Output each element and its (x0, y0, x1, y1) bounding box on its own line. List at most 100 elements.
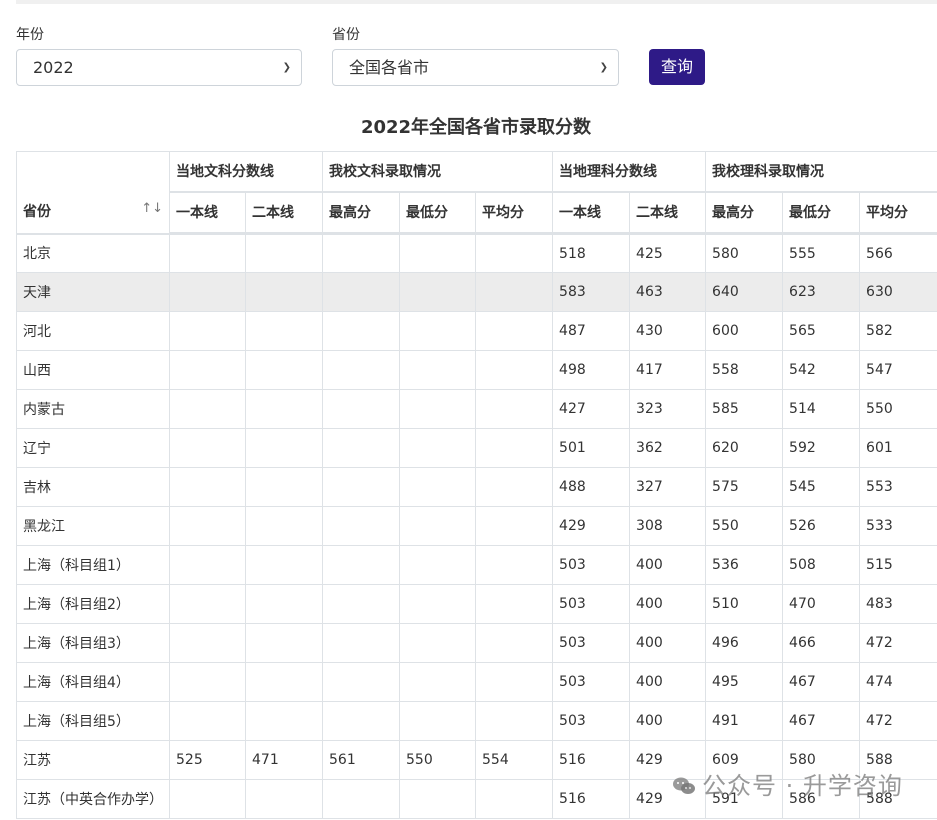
score-cell: 400 (629, 584, 707, 624)
score-cell (399, 272, 476, 312)
score-cell (399, 701, 476, 741)
score-cell (322, 701, 400, 741)
score-cell: 550 (859, 389, 937, 429)
score-cell: 536 (705, 545, 784, 585)
score-cell: 362 (629, 428, 707, 468)
province-cell: 上海（科目组5） (16, 701, 170, 741)
column-header-province[interactable]: 省份 ↑↓ (16, 151, 170, 235)
score-cell: 467 (782, 701, 861, 741)
chevron-down-icon: ❯ (599, 62, 608, 73)
score-cell: 429 (552, 506, 631, 546)
score-cell: 472 (859, 701, 937, 741)
score-cell (322, 233, 400, 273)
score-cell: 487 (552, 311, 631, 351)
table-row: 黑龙江 429 308 550 526 533 (16, 506, 937, 546)
score-cell: 575 (705, 467, 784, 507)
column-header: 平均分 (474, 191, 554, 235)
sort-arrows-icon[interactable]: ↑↓ (141, 201, 163, 216)
table-row: 辽宁 501 362 620 592 601 (16, 428, 937, 468)
province-select-value: 全国各省市 (349, 58, 430, 77)
province-cell: 吉林 (16, 467, 170, 507)
score-cell: 400 (629, 662, 707, 702)
score-cell: 550 (705, 506, 784, 546)
column-header: 最低分 (782, 191, 861, 235)
score-cell (399, 623, 476, 663)
score-cell: 400 (629, 701, 707, 741)
score-cell (169, 584, 246, 624)
score-cell (474, 584, 554, 624)
year-select[interactable]: 2022 ❯ (16, 49, 302, 86)
column-header: 二本线 (629, 191, 707, 235)
score-cell (399, 428, 476, 468)
score-cell (245, 779, 323, 819)
group-header: 当地理科分数线 (552, 151, 707, 193)
score-cell: 623 (782, 272, 861, 312)
score-cell: 491 (705, 701, 784, 741)
score-cell: 483 (859, 584, 937, 624)
score-cell (169, 779, 246, 819)
score-cell (399, 584, 476, 624)
table-row: 上海（科目组5） 503 400 491 467 472 (16, 701, 937, 741)
province-cell: 上海（科目组1） (16, 545, 170, 585)
column-header: 一本线 (552, 191, 631, 235)
score-cell (322, 428, 400, 468)
score-cell (169, 389, 246, 429)
score-cell (169, 701, 246, 741)
table-row: 吉林 488 327 575 545 553 (16, 467, 937, 507)
score-cell: 417 (629, 350, 707, 390)
score-cell (245, 389, 323, 429)
province-cell: 辽宁 (16, 428, 170, 468)
score-cell: 430 (629, 311, 707, 351)
score-cell (399, 506, 476, 546)
score-cell (169, 662, 246, 702)
score-cell (474, 233, 554, 273)
score-cell (474, 623, 554, 663)
score-cell: 472 (859, 623, 937, 663)
score-cell (245, 272, 323, 312)
score-cell (399, 233, 476, 273)
score-cell: 561 (322, 740, 400, 780)
group-header: 当地文科分数线 (169, 151, 323, 193)
score-cell: 503 (552, 584, 631, 624)
score-cell: 583 (552, 272, 631, 312)
score-cell: 471 (245, 740, 323, 780)
group-header: 我校理科录取情况 (705, 151, 937, 193)
table-row: 北京 518 425 580 555 566 (16, 233, 937, 273)
score-cell (322, 623, 400, 663)
score-cell (474, 506, 554, 546)
score-cell (399, 467, 476, 507)
score-cell (169, 311, 246, 351)
score-cell: 503 (552, 701, 631, 741)
score-cell (322, 662, 400, 702)
score-cell: 601 (859, 428, 937, 468)
score-cell (169, 233, 246, 273)
score-cell: 503 (552, 662, 631, 702)
score-cell: 566 (859, 233, 937, 273)
score-cell (474, 545, 554, 585)
score-cell: 496 (705, 623, 784, 663)
score-cell: 547 (859, 350, 937, 390)
score-cell (245, 428, 323, 468)
group-header: 我校文科录取情况 (321, 151, 554, 193)
score-cell: 463 (629, 272, 707, 312)
score-cell (399, 779, 476, 819)
score-cell: 425 (629, 233, 707, 273)
score-cell (169, 506, 246, 546)
score-cell (474, 701, 554, 741)
query-button[interactable]: 查询 (649, 49, 705, 85)
score-cell: 580 (705, 233, 784, 273)
score-cell (245, 311, 323, 351)
score-cell: 400 (629, 545, 707, 585)
score-cell: 582 (859, 311, 937, 351)
score-cell (169, 623, 246, 663)
score-cell (322, 311, 400, 351)
score-cell (322, 584, 400, 624)
score-cell: 516 (552, 740, 631, 780)
province-select[interactable]: 全国各省市 ❯ (332, 49, 619, 86)
score-cell: 427 (552, 389, 631, 429)
score-cell: 510 (705, 584, 784, 624)
score-cell: 533 (859, 506, 937, 546)
score-cell: 503 (552, 545, 631, 585)
table-row: 上海（科目组4） 503 400 495 467 474 (16, 662, 937, 702)
column-header: 最低分 (399, 191, 476, 235)
